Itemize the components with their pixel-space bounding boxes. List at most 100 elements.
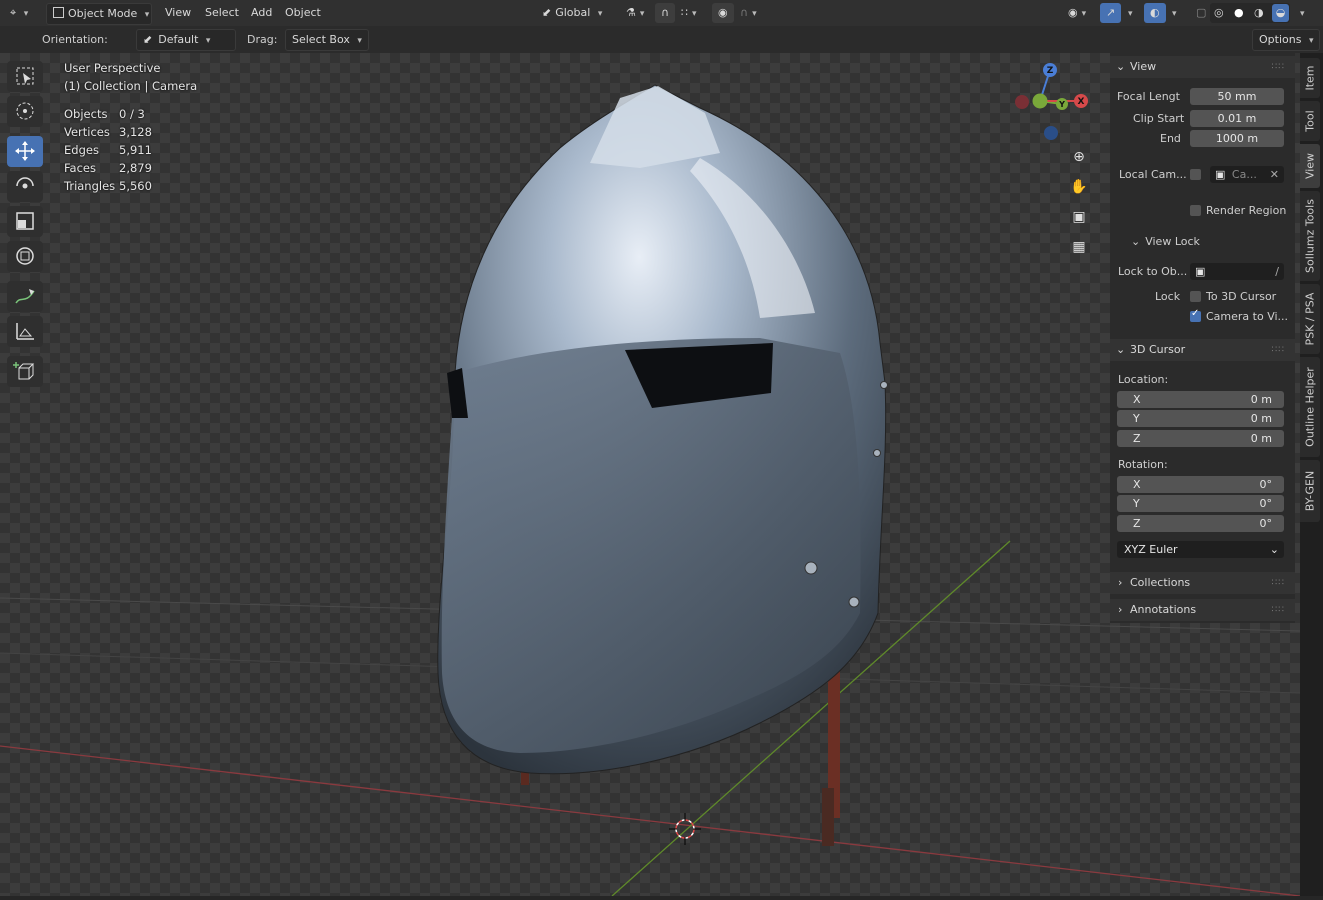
drag-label: Drag: — [247, 33, 278, 46]
menu-add[interactable]: Add — [251, 3, 272, 23]
drag-handle-icon[interactable]: ∷∷ — [1272, 339, 1285, 361]
shading-dropdown[interactable] — [1290, 3, 1311, 23]
menu-object[interactable]: Object — [285, 3, 321, 23]
tab-label: PSK / PSA — [1303, 292, 1317, 346]
eyedropper-icon[interactable]: ∕ — [1275, 263, 1279, 280]
drag-dropdown[interactable]: Select Box — [285, 29, 369, 51]
mode-dropdown[interactable]: Object Mode — [46, 3, 152, 25]
gizmo-neg-y-axis[interactable] — [1032, 93, 1048, 109]
axis-label: X — [1133, 393, 1141, 406]
rotation-y-field[interactable]: Y 0° — [1117, 495, 1284, 512]
render-region-checkbox[interactable] — [1190, 205, 1201, 216]
tab-label: BY-GEN — [1303, 470, 1317, 512]
view-panel-header[interactable]: ⌄ View ∷∷ — [1110, 56, 1295, 78]
chevron-down-icon: ⌄ — [1131, 235, 1141, 248]
viewport-header: ⌖ Object Mode View Select Add Object ⬋Gl… — [0, 0, 1323, 26]
local-camera-field[interactable]: ▣ Ca... ✕ — [1210, 166, 1284, 183]
camera-view-icon[interactable]: ▣ — [1068, 206, 1090, 228]
eye-icon: ◉ — [1068, 6, 1078, 19]
chevron-down-icon: ⌄ — [1269, 543, 1279, 556]
gizmo-neg-x-axis[interactable] — [1015, 95, 1029, 109]
pivot-point-dropdown[interactable]: ⚗ — [620, 3, 650, 23]
tab-tool[interactable]: Tool — [1300, 101, 1320, 141]
measure-tool[interactable] — [7, 316, 43, 347]
axis-label: Z — [1133, 432, 1141, 445]
snap-toggle[interactable]: ∩ — [655, 3, 676, 23]
stat-value: 2,879 — [119, 161, 152, 175]
rotation-x-field[interactable]: X 0° — [1117, 476, 1284, 493]
clear-icon[interactable]: ✕ — [1270, 166, 1279, 183]
gizmo-dropdown[interactable] — [1118, 3, 1139, 23]
stat-label: Edges — [64, 143, 99, 157]
select-box-tool[interactable] — [7, 61, 43, 92]
rendered-shading-icon[interactable]: ◒ — [1272, 4, 1289, 22]
view-lock-title: View Lock — [1145, 235, 1200, 248]
collections-title: Collections — [1130, 576, 1191, 589]
falloff-dropdown[interactable]: ∩ — [734, 3, 763, 23]
drag-handle-icon[interactable]: ∷∷ — [1272, 572, 1285, 594]
drag-handle-icon[interactable]: ∷∷ — [1272, 56, 1285, 78]
rotation-mode-value: XYZ Euler — [1124, 543, 1178, 556]
location-y-field[interactable]: Y 0 m — [1117, 410, 1284, 427]
pan-hand-icon[interactable]: ✋ — [1068, 176, 1090, 198]
cursor-panel-header[interactable]: ⌄ 3D Cursor ∷∷ — [1110, 339, 1295, 361]
helmet-crest — [590, 86, 720, 168]
tab-view[interactable]: View — [1300, 144, 1320, 188]
material-shading-icon[interactable]: ◑ — [1254, 3, 1264, 23]
menu-view[interactable]: View — [165, 3, 191, 23]
snap-target-dropdown[interactable]: ∷ — [675, 3, 703, 23]
options-dropdown[interactable]: Options — [1252, 29, 1321, 51]
location-z-field[interactable]: Z 0 m — [1117, 430, 1284, 447]
clip-start-field[interactable]: 0.01 m — [1190, 110, 1284, 127]
overlays-dropdown[interactable] — [1162, 3, 1183, 23]
cursor-tool[interactable] — [7, 96, 43, 127]
drag-handle-icon[interactable]: ∷∷ — [1272, 599, 1285, 621]
cursor-panel-title: 3D Cursor — [1130, 343, 1186, 356]
stat-label: Objects — [64, 107, 108, 121]
menu-select[interactable]: Select — [205, 3, 239, 23]
focal-length-field[interactable]: 50 mm — [1190, 88, 1284, 105]
move-tool[interactable] — [7, 136, 43, 167]
3d-viewport[interactable]: Z Y X ⊕ ✋ ▣ ▦ User Perspective (1) Colle… — [0, 53, 1300, 896]
editor-type-button[interactable]: ⌖ — [4, 3, 34, 23]
gizmo-neg-z-axis[interactable] — [1044, 126, 1058, 140]
xray-icon: ▢ — [1196, 6, 1207, 19]
local-camera-checkbox[interactable] — [1190, 169, 1201, 180]
tab-item[interactable]: Item — [1300, 58, 1320, 98]
zoom-icon[interactable]: ⊕ — [1068, 146, 1090, 168]
visibility-dropdown[interactable]: ◉ — [1062, 3, 1092, 23]
rivet — [848, 596, 860, 608]
view-lock-header[interactable]: ⌄ View Lock — [1131, 235, 1200, 248]
rotation-z-field[interactable]: Z 0° — [1117, 515, 1284, 532]
drag-value: Select Box — [292, 33, 350, 46]
proportional-editing-toggle[interactable]: ◉ — [712, 3, 734, 23]
solid-shading-icon[interactable]: ● — [1234, 3, 1244, 23]
camera-to-view-checkbox[interactable] — [1190, 308, 1201, 322]
transform-tool[interactable] — [7, 241, 43, 272]
x-axis-line — [0, 745, 1300, 896]
lock-to-3d-cursor-checkbox[interactable] — [1190, 291, 1201, 302]
orientation-dropdown[interactable]: ⬋ Default — [136, 29, 236, 51]
tab-by-gen[interactable]: BY-GEN — [1300, 460, 1320, 522]
clip-end-field[interactable]: 1000 m — [1190, 130, 1284, 147]
transform-orientation-dropdown[interactable]: ⬋ Global — [536, 3, 610, 23]
rotation-mode-dropdown[interactable]: XYZ Euler ⌄ — [1117, 541, 1284, 558]
annotate-tool[interactable] — [7, 281, 43, 312]
add-cube-tool[interactable] — [7, 356, 43, 387]
collections-panel-header[interactable]: › Collections ∷∷ — [1110, 572, 1295, 594]
tab-sollumz-tools[interactable]: Sollumz Tools — [1300, 191, 1320, 281]
location-x-field[interactable]: X 0 m — [1117, 391, 1284, 408]
scale-tool[interactable] — [7, 206, 43, 237]
shading-buttons: ◎ ● ◑ ◒ — [1210, 3, 1290, 23]
tab-psk-psa[interactable]: PSK / PSA — [1300, 284, 1320, 354]
annotations-panel-header[interactable]: › Annotations ∷∷ — [1110, 599, 1295, 621]
axis-value: 0 m — [1250, 432, 1272, 445]
focal-length-label: Focal Lengt — [1117, 90, 1180, 103]
tab-outline-helper[interactable]: Outline Helper — [1300, 357, 1320, 457]
navigation-gizmo[interactable]: Z Y X — [1005, 58, 1105, 158]
perspective-grid-icon[interactable]: ▦ — [1068, 236, 1090, 258]
scene-render — [0, 84, 1300, 896]
wireframe-shading-icon[interactable]: ◎ — [1214, 3, 1224, 23]
rotate-tool[interactable] — [7, 171, 43, 202]
lock-to-object-field[interactable]: ▣ ∕ — [1190, 263, 1284, 280]
